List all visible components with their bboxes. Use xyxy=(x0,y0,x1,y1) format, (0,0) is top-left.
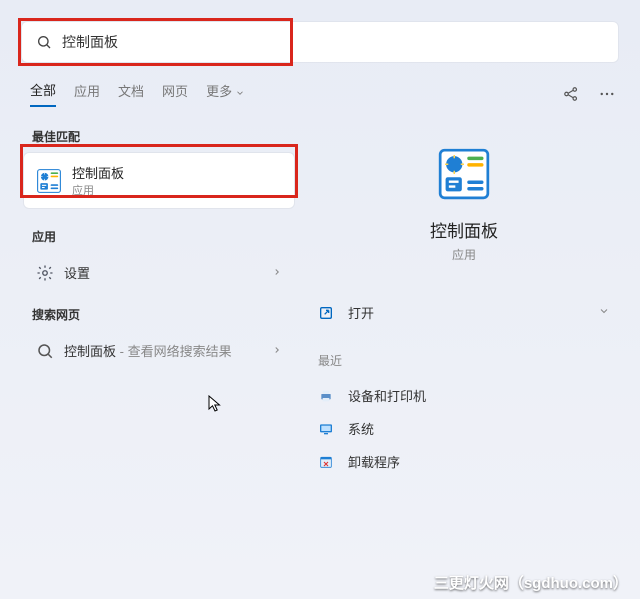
tab-all[interactable]: 全部 xyxy=(30,80,56,107)
preview-panel: 控制面板 应用 打开 最近 设备和打印机 系统 卸载程序 xyxy=(310,118,618,579)
tab-web[interactable]: 网页 xyxy=(162,81,188,106)
recent-label-text: 设备和打印机 xyxy=(348,386,426,405)
gear-icon xyxy=(36,264,54,282)
open-label: 打开 xyxy=(348,303,598,322)
share-icon[interactable] xyxy=(562,85,580,103)
section-best-match: 最佳匹配 xyxy=(32,128,286,145)
search-icon xyxy=(36,342,54,360)
web-search-main: 控制面板 xyxy=(64,344,116,359)
section-apps: 应用 xyxy=(32,228,286,245)
recent-label-text: 卸载程序 xyxy=(348,452,400,471)
section-search-web: 搜索网页 xyxy=(32,306,286,323)
recent-label-text: 系统 xyxy=(348,419,374,438)
search-input[interactable] xyxy=(62,34,604,50)
control-panel-icon-large xyxy=(438,148,490,200)
watermark-text: 三更灯火网（sgdhuo.com） xyxy=(434,572,628,593)
tab-more[interactable]: 更多 xyxy=(206,81,245,106)
chevron-down-icon xyxy=(235,88,245,98)
tabs-row: 全部 应用 文档 网页 更多 xyxy=(30,80,616,107)
chevron-right-icon xyxy=(272,264,282,282)
uninstall-icon xyxy=(318,454,334,470)
recent-label: 最近 xyxy=(310,352,618,369)
open-icon xyxy=(318,305,334,321)
apps-item-settings[interactable]: 设置 xyxy=(24,253,294,292)
system-icon xyxy=(318,421,334,437)
tab-more-label: 更多 xyxy=(206,84,232,99)
apps-item-label: 设置 xyxy=(64,263,262,282)
recent-devices-printers[interactable]: 设备和打印机 xyxy=(310,379,618,412)
control-panel-icon xyxy=(36,168,62,194)
tab-apps[interactable]: 应用 xyxy=(74,81,100,106)
preview-subtitle: 应用 xyxy=(310,246,618,263)
recent-system[interactable]: 系统 xyxy=(310,412,618,445)
best-match-item[interactable]: 控制面板 应用 xyxy=(24,153,294,208)
chevron-down-icon[interactable] xyxy=(598,304,610,322)
web-search-item[interactable]: 控制面板 - 查看网络搜索结果 xyxy=(24,331,294,370)
chevron-right-icon xyxy=(272,342,282,360)
more-options-icon[interactable] xyxy=(598,85,616,103)
best-match-subtitle: 应用 xyxy=(72,182,124,198)
web-search-text: 控制面板 - 查看网络搜索结果 xyxy=(64,341,262,360)
web-search-sub: - 查看网络搜索结果 xyxy=(116,344,232,359)
best-match-title: 控制面板 xyxy=(72,163,124,182)
preview-title: 控制面板 xyxy=(310,217,618,242)
mouse-cursor-icon xyxy=(208,395,222,413)
recent-uninstall[interactable]: 卸载程序 xyxy=(310,445,618,478)
open-action[interactable]: 打开 xyxy=(310,297,618,328)
tab-documents[interactable]: 文档 xyxy=(118,81,144,106)
results-left-column: 最佳匹配 控制面板 应用 应用 设置 搜索网页 控制面板 - 查看网络搜索结果 xyxy=(24,118,294,370)
search-bar[interactable] xyxy=(22,22,618,62)
search-icon xyxy=(36,34,52,50)
printer-icon xyxy=(318,388,334,404)
